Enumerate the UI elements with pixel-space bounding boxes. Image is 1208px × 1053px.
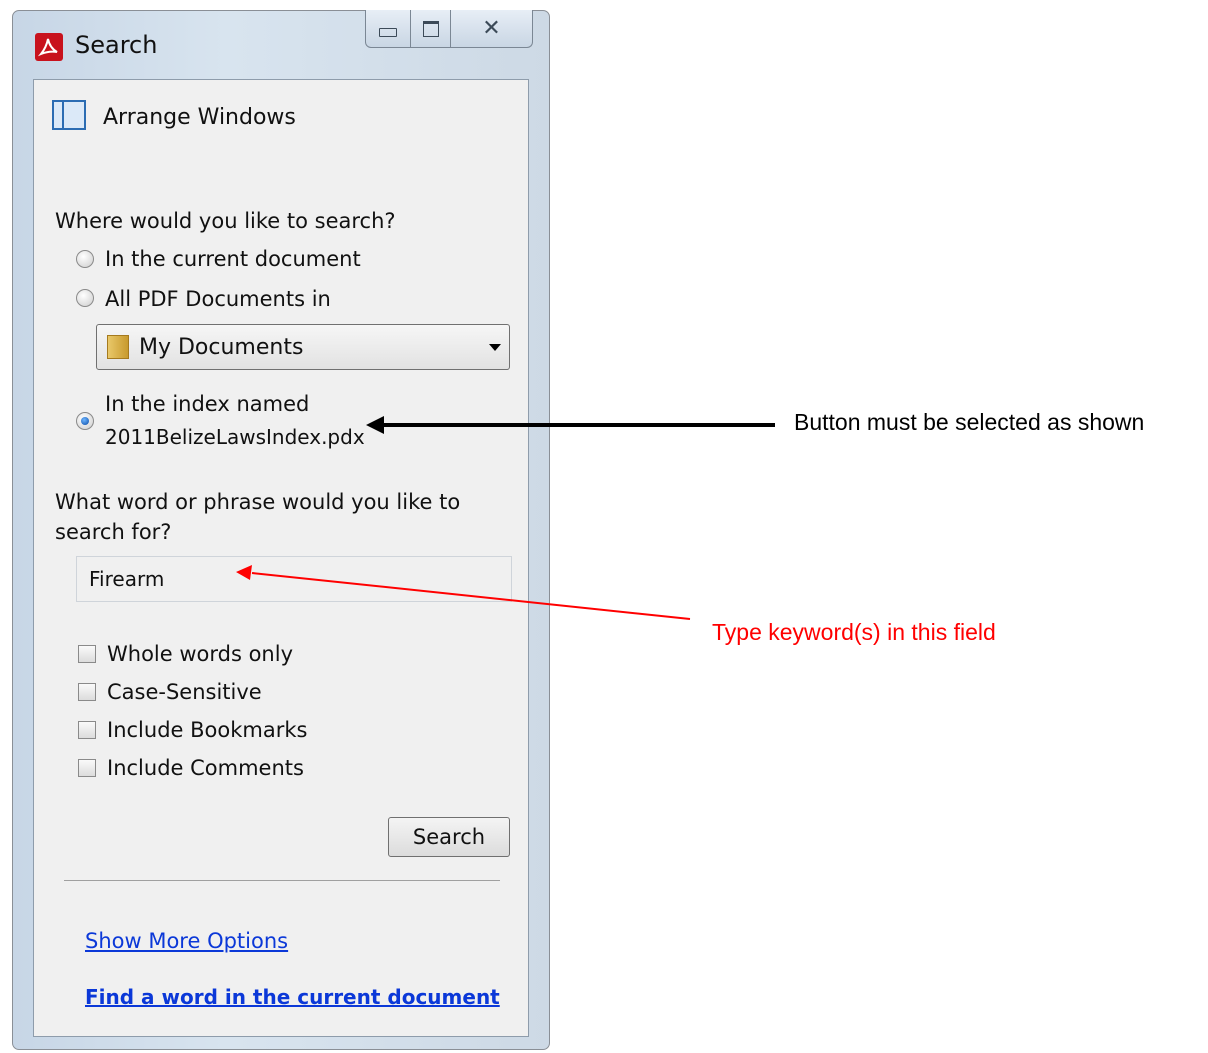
- red-arrow-head: [236, 565, 252, 580]
- annotation-arrows: [236, 416, 775, 620]
- red-arrow-line: [251, 572, 691, 620]
- screenshot-canvas: Search ✕ Arrange Windows Where would you…: [0, 0, 1208, 1053]
- radio-instruction-note: Button must be selected as shown: [794, 409, 1145, 435]
- field-instruction-note: Type keyword(s) in this field: [712, 619, 996, 645]
- black-arrow-head: [366, 416, 384, 434]
